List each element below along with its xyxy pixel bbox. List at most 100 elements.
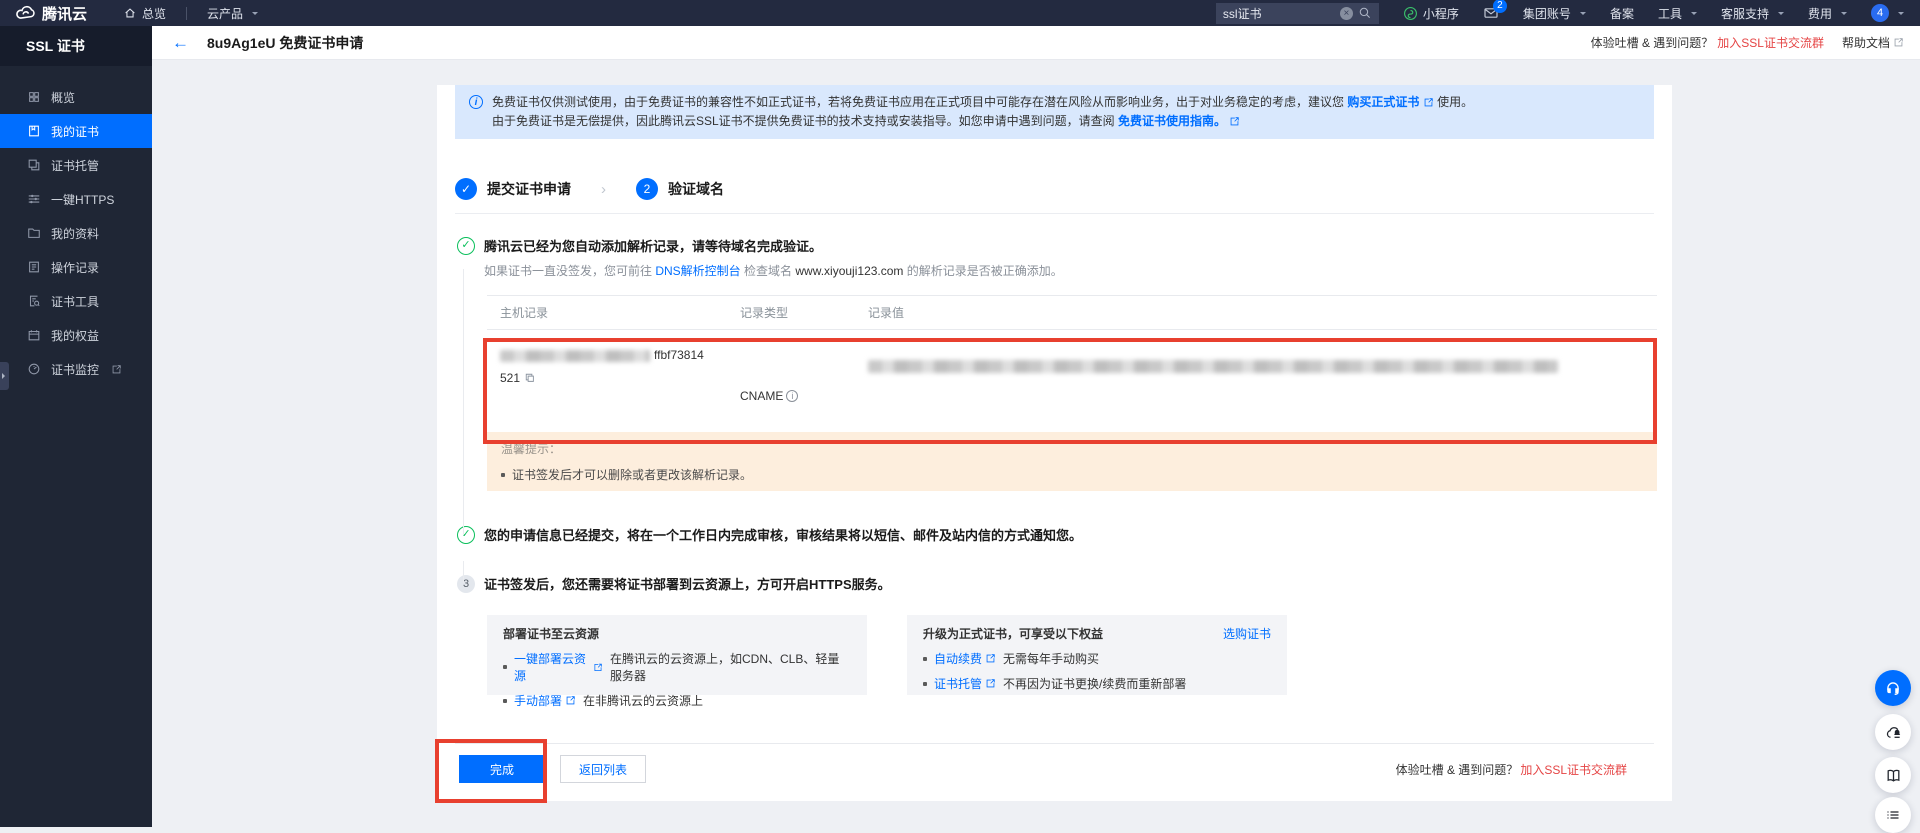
step1-label: 提交证书申请 <box>487 179 571 199</box>
notification-button[interactable] <box>1875 714 1911 750</box>
help-doc-label: 帮助文档 <box>1842 34 1890 51</box>
certificate-apply-card: i 免费证书仅供测试使用，由于免费证书的兼容性不如正式证书，若将免费证书应用在正… <box>437 85 1672 801</box>
sidebar-item-operation-log[interactable]: 操作记录 <box>0 250 152 284</box>
sidebar-item-cert-monitor[interactable]: 证书监控 <box>0 352 152 386</box>
nav-tools[interactable]: 工具 <box>1658 5 1697 22</box>
manual-deploy-link[interactable]: 手动部署 <box>514 692 576 709</box>
review-section: ✓ 您的申请信息已经提交，将在一个工作日内完成审核，审核结果将以短信、邮件及站内… <box>457 525 1672 544</box>
copy-icon[interactable] <box>524 372 536 384</box>
document-icon <box>27 260 41 274</box>
buy-formal-cert-link[interactable]: 购买正式证书 <box>1347 95 1419 109</box>
sidebar-item-overview[interactable]: 概览 <box>0 80 152 114</box>
external-link-icon <box>593 662 603 673</box>
sidebar-item-label: 我的证书 <box>51 123 99 140</box>
bullet-icon <box>503 665 507 669</box>
done-button[interactable]: 完成 <box>459 755 545 783</box>
chevron-down-icon <box>1778 12 1784 18</box>
col-header-type: 记录类型 <box>740 304 868 321</box>
back-to-list-button[interactable]: 返回列表 <box>560 755 646 783</box>
nav-beian[interactable]: 备案 <box>1610 5 1634 22</box>
global-search-box[interactable]: × <box>1216 3 1379 24</box>
nav-support[interactable]: 客服支持 <box>1721 5 1784 22</box>
step2-label: 验证域名 <box>668 179 724 199</box>
sidebar: SSL 证书 概览 我的证书 证书托管 一键HTTPS 我的资料 操作记录 证书… <box>0 26 152 827</box>
nav-account[interactable]: 4 <box>1871 4 1904 22</box>
nav-mini-program[interactable]: 小程序 <box>1403 5 1459 22</box>
sidebar-item-my-profile[interactable]: 我的资料 <box>0 216 152 250</box>
bullet-icon <box>501 473 505 477</box>
sliders-icon <box>27 192 41 206</box>
cert-hosting-link[interactable]: 证书托管 <box>934 675 996 692</box>
sidebar-item-my-certificates[interactable]: 我的证书 <box>0 114 152 148</box>
auto-renew-link[interactable]: 自动续费 <box>934 650 996 667</box>
bullet-icon <box>923 682 927 686</box>
clear-search-icon[interactable]: × <box>1340 7 1353 20</box>
buy-cert-link[interactable]: 选购证书 <box>1223 625 1271 642</box>
success-check-icon: ✓ <box>457 237 475 255</box>
documentation-button[interactable] <box>1875 757 1911 793</box>
nav-overview[interactable]: 总览 <box>123 5 166 22</box>
cloud-logo-icon <box>14 2 36 24</box>
nav-billing[interactable]: 费用 <box>1808 5 1847 22</box>
sidebar-item-label: 证书监控 <box>51 361 99 378</box>
customer-service-button[interactable] <box>1875 670 1911 706</box>
banner-line2: 由于免费证书是无偿提供，因此腾讯云SSL证书不提供免费证书的技术支持或安装指导。… <box>492 114 1115 128</box>
dns-records-table: 主机记录 记录类型 记录值 ffbf73814 521 CNAME i <box>487 295 1657 432</box>
nav-support-label: 客服支持 <box>1721 5 1769 22</box>
footer-feedback-text: 体验吐槽 & 遇到问题？ <box>1396 761 1519 778</box>
deploy-box-title: 部署证书至云资源 <box>503 625 851 642</box>
review-text: 您的申请信息已经提交，将在一个工作日内完成审核，审核结果将以短信、邮件及站内信的… <box>484 525 1082 544</box>
deploy-item1-desc: 在腾讯云的云资源上，如CDN、CLB、轻量服务器 <box>610 650 851 684</box>
host-record-line2: 521 <box>500 371 520 385</box>
avatar[interactable]: 4 <box>1871 4 1889 22</box>
info-banner: i 免费证书仅供测试使用，由于免费证书的兼容性不如正式证书，若将免费证书应用在正… <box>455 85 1654 139</box>
step1-check-icon: ✓ <box>455 178 477 200</box>
nav-group-account-label: 集团账号 <box>1523 5 1571 22</box>
back-button[interactable]: ← <box>172 34 189 51</box>
banner-line1: 免费证书仅供测试使用，由于免费证书的兼容性不如正式证书，若将免费证书应用在正式项… <box>492 95 1344 109</box>
sidebar-item-cert-tools[interactable]: 证书工具 <box>0 284 152 318</box>
domain-name: www.xiyouji123.com <box>795 264 903 278</box>
search-icon[interactable] <box>1358 6 1372 20</box>
chevron-down-icon <box>1841 12 1847 18</box>
tencent-cloud-logo[interactable]: 腾讯云 <box>14 2 87 24</box>
help-doc-link[interactable]: 帮助文档 <box>1842 34 1904 51</box>
certificate-icon <box>27 124 41 138</box>
nav-products[interactable]: 云产品 <box>207 5 258 22</box>
sidebar-collapse-handle[interactable] <box>0 362 9 390</box>
dns-console-link[interactable]: DNS解析控制台 <box>655 264 740 278</box>
chevron-down-icon <box>1691 12 1697 18</box>
sidebar-item-my-benefits[interactable]: 我的权益 <box>0 318 152 352</box>
feedback-list-button[interactable] <box>1875 797 1911 833</box>
main-content: i 免费证书仅供测试使用，由于免费证书的兼容性不如正式证书，若将免费证书应用在正… <box>152 60 1920 827</box>
step-connector-line <box>463 561 464 583</box>
sidebar-item-label: 证书托管 <box>51 157 99 174</box>
nav-beian-label: 备案 <box>1610 5 1634 22</box>
nav-group-account[interactable]: 集团账号 <box>1523 5 1586 22</box>
nav-messages[interactable]: 2 <box>1483 5 1499 21</box>
footer-join-group-link[interactable]: 加入SSL证书交流群 <box>1520 761 1627 778</box>
dns-added-subtitle: 如果证书一直没签发，您可前往 DNS解析控制台 检查域名 www.xiyouji… <box>484 262 1672 279</box>
sidebar-item-cert-hosting[interactable]: 证书托管 <box>0 148 152 182</box>
step2-number: 2 <box>636 178 658 200</box>
step-connector-line <box>463 269 464 535</box>
subtitle-suffix: 的解析记录是否被正确添加。 <box>907 264 1063 278</box>
footer-divider <box>455 743 1654 744</box>
sidebar-title: SSL 证书 <box>0 26 152 66</box>
join-group-link[interactable]: 加入SSL证书交流群 <box>1717 34 1824 51</box>
success-check-icon: ✓ <box>457 526 475 544</box>
sidebar-item-one-click-https[interactable]: 一键HTTPS <box>0 182 152 216</box>
upgrade-item1-desc: 无需每年手动购买 <box>1003 650 1099 667</box>
one-click-deploy-link[interactable]: 一键部署云资源 <box>514 650 603 684</box>
nav-mini-program-label: 小程序 <box>1423 5 1459 22</box>
blurred-record-value <box>868 360 1558 373</box>
search-input[interactable] <box>1223 6 1335 20</box>
sidebar-item-label: 操作记录 <box>51 259 99 276</box>
calendar-icon <box>27 328 41 342</box>
sidebar-item-label: 概览 <box>51 89 75 106</box>
top-navbar: 腾讯云 总览 云产品 × 小程序 2 集团账号 备案 <box>0 0 1920 26</box>
external-link-icon <box>1229 116 1240 127</box>
deploy-resource-box: 部署证书至云资源 一键部署云资源 在腾讯云的云资源上，如CDN、CLB、轻量服务… <box>487 615 867 695</box>
free-cert-guide-link[interactable]: 免费证书使用指南。 <box>1118 114 1226 128</box>
page-title: 8u9Ag1eU 免费证书申请 <box>207 33 363 53</box>
